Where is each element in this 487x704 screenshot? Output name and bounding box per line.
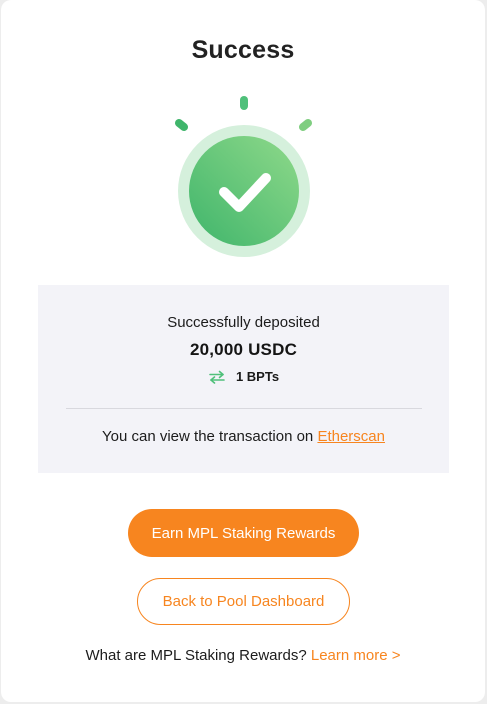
staking-question-text: What are MPL Staking Rewards? [85, 647, 311, 664]
deposit-summary-panel: Successfully deposited 20,000 USDC 1 BPT… [38, 285, 449, 473]
etherscan-link[interactable]: Etherscan [317, 428, 385, 445]
swap-arrows-icon [209, 370, 225, 384]
learn-more-link[interactable]: Learn more > [311, 647, 401, 664]
staking-info-row: What are MPL Staking Rewards? Learn more… [1, 647, 485, 664]
success-check-icon [175, 96, 312, 257]
summary-divider [66, 408, 422, 409]
transaction-row: You can view the transaction on Ethersca… [38, 428, 449, 445]
back-to-pool-dashboard-button[interactable]: Back to Pool Dashboard [137, 578, 350, 625]
deposit-status-label: Successfully deposited [167, 314, 320, 331]
received-tokens-row: 1 BPTs [38, 369, 449, 384]
success-modal: Success Successfully deposited 20,000 US… [1, 0, 485, 702]
received-tokens-value: 1 BPTs [235, 369, 280, 384]
earn-mpl-staking-rewards-button[interactable]: Earn MPL Staking Rewards [128, 509, 359, 557]
deposit-amount: 20,000 USDC [189, 340, 298, 359]
transaction-text: You can view the transaction on [102, 428, 318, 445]
